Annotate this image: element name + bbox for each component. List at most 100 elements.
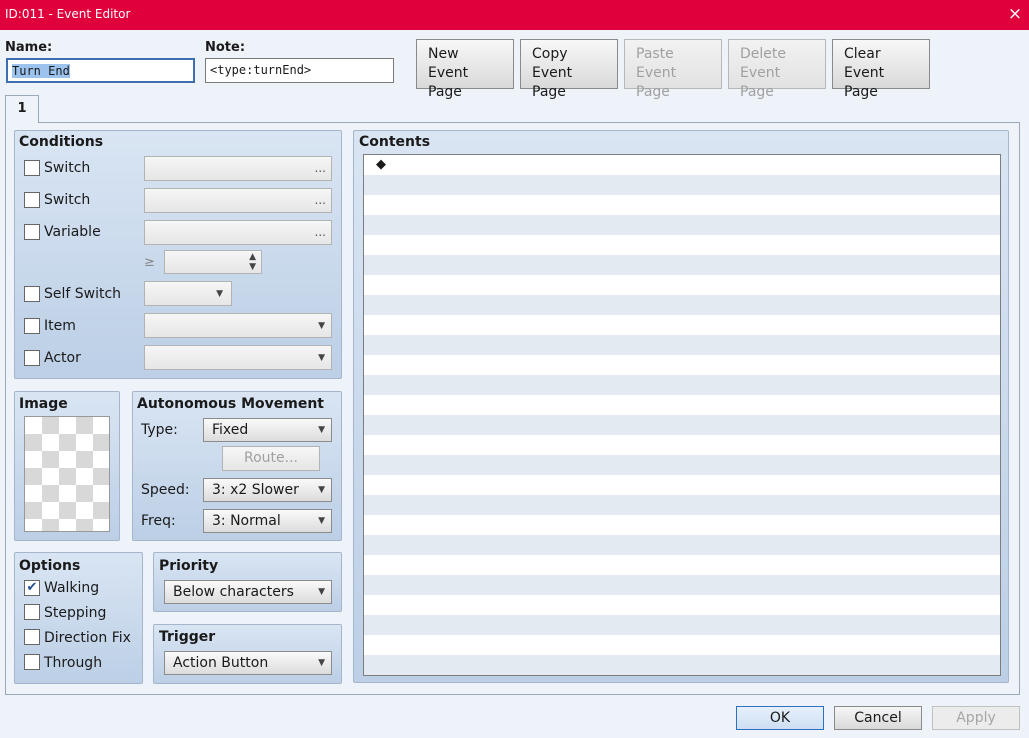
direction-fix-label: Direction Fix: [44, 630, 131, 646]
actor-label: Actor: [44, 350, 81, 366]
copy-event-page-button[interactable]: Copy Event Page: [520, 39, 618, 100]
priority-title: Priority: [159, 558, 219, 574]
command-row[interactable]: [364, 635, 1000, 655]
stepping-label: Stepping: [44, 605, 107, 621]
switch1-checkbox[interactable]: [24, 160, 40, 176]
item-label: Item: [44, 318, 76, 334]
new-event-page-button[interactable]: New Event Page: [416, 39, 514, 100]
command-row[interactable]: [364, 275, 1000, 295]
direction-fix-checkbox[interactable]: [24, 629, 40, 645]
command-row[interactable]: [364, 555, 1000, 575]
priority-value: Below characters: [173, 584, 294, 600]
speed-label: Speed:: [141, 482, 190, 498]
stepper-down-icon[interactable]: ▼: [249, 262, 256, 272]
chevron-down-icon: ▼: [318, 587, 325, 597]
paste-event-page-button[interactable]: Paste Event Page: [624, 39, 722, 100]
chevron-down-icon: ▼: [216, 289, 223, 299]
chevron-down-icon: ▼: [318, 516, 325, 526]
command-row[interactable]: [364, 415, 1000, 435]
command-row[interactable]: [364, 375, 1000, 395]
variable-value-stepper[interactable]: ▲ ▼: [164, 250, 262, 274]
close-icon[interactable]: ×: [1005, 3, 1025, 25]
command-row[interactable]: [364, 515, 1000, 535]
command-row[interactable]: [364, 455, 1000, 475]
command-row[interactable]: [364, 355, 1000, 375]
actor-checkbox[interactable]: [24, 350, 40, 366]
command-row[interactable]: [364, 475, 1000, 495]
command-row[interactable]: [364, 195, 1000, 215]
through-checkbox[interactable]: [24, 654, 40, 670]
ellipsis-icon: ...: [314, 161, 326, 175]
stepping-checkbox[interactable]: [24, 604, 40, 620]
command-row[interactable]: [364, 335, 1000, 355]
command-row[interactable]: [364, 235, 1000, 255]
command-row[interactable]: [364, 615, 1000, 635]
item-select[interactable]: ▼: [144, 313, 332, 338]
name-value: Turn End: [12, 64, 70, 78]
trigger-value: Action Button: [173, 655, 269, 671]
speed-value: 3: x2 Slower: [212, 482, 299, 498]
self-switch-select[interactable]: ▼: [144, 281, 232, 306]
image-title: Image: [19, 396, 68, 412]
name-input[interactable]: Turn End: [6, 58, 195, 83]
event-command-list[interactable]: ◆: [363, 154, 1001, 676]
command-row[interactable]: [364, 215, 1000, 235]
window-title: ID:011 - Event Editor: [5, 7, 131, 21]
contents-title: Contents: [359, 134, 431, 150]
switch1-label: Switch: [44, 160, 91, 176]
priority-select[interactable]: Below characters ▼: [164, 580, 332, 604]
command-row[interactable]: [364, 575, 1000, 595]
delete-event-page-button[interactable]: Delete Event Page: [728, 39, 826, 100]
options-title: Options: [19, 558, 81, 574]
chevron-down-icon: ▼: [318, 658, 325, 668]
clear-event-page-button[interactable]: Clear Event Page: [832, 39, 930, 100]
tab-page-1[interactable]: 1: [5, 95, 39, 123]
command-row[interactable]: [364, 175, 1000, 195]
note-input[interactable]: <type:turnEnd>: [205, 58, 394, 83]
variable-checkbox[interactable]: [24, 224, 40, 240]
command-row[interactable]: [364, 395, 1000, 415]
chevron-down-icon: ▼: [318, 425, 325, 435]
command-row[interactable]: [364, 315, 1000, 335]
chevron-down-icon: ▼: [318, 353, 325, 363]
ok-button[interactable]: OK: [736, 706, 824, 730]
freq-label: Freq:: [141, 513, 176, 529]
cancel-button[interactable]: Cancel: [834, 706, 922, 730]
walking-checkbox[interactable]: ✔: [24, 580, 40, 596]
command-row[interactable]: [364, 595, 1000, 615]
command-row[interactable]: [364, 435, 1000, 455]
speed-select[interactable]: 3: x2 Slower ▼: [203, 478, 332, 502]
type-label: Type:: [141, 422, 178, 438]
command-row[interactable]: [364, 495, 1000, 515]
command-row[interactable]: [364, 655, 1000, 675]
switch2-checkbox[interactable]: [24, 192, 40, 208]
item-checkbox[interactable]: [24, 318, 40, 334]
command-row[interactable]: [364, 535, 1000, 555]
freq-value: 3: Normal: [212, 513, 281, 529]
self-switch-label: Self Switch: [44, 286, 122, 302]
stepper-up-icon[interactable]: ▲: [249, 252, 256, 262]
image-preview[interactable]: [24, 416, 110, 532]
gte-symbol: ≥: [144, 255, 155, 270]
freq-select[interactable]: 3: Normal ▼: [203, 509, 332, 533]
route-button[interactable]: Route...: [222, 446, 320, 471]
command-row[interactable]: [364, 675, 1000, 676]
command-marker-icon[interactable]: ◆: [376, 157, 386, 172]
command-row[interactable]: [364, 155, 1000, 175]
actor-select[interactable]: ▼: [144, 345, 332, 370]
movement-type-select[interactable]: Fixed ▼: [203, 418, 332, 442]
command-row[interactable]: [364, 295, 1000, 315]
apply-button[interactable]: Apply: [932, 706, 1020, 730]
through-label: Through: [44, 655, 103, 671]
chevron-down-icon: ▼: [318, 321, 325, 331]
movement-type-value: Fixed: [212, 422, 249, 438]
switch2-field[interactable]: ...: [144, 188, 332, 213]
note-label: Note:: [205, 40, 246, 55]
variable-field[interactable]: ...: [144, 220, 332, 245]
name-label: Name:: [5, 40, 53, 55]
command-row[interactable]: [364, 255, 1000, 275]
trigger-select[interactable]: Action Button ▼: [164, 651, 332, 675]
switch1-field[interactable]: ...: [144, 156, 332, 181]
title-bar: ID:011 - Event Editor ×: [0, 0, 1029, 30]
self-switch-checkbox[interactable]: [24, 286, 40, 302]
